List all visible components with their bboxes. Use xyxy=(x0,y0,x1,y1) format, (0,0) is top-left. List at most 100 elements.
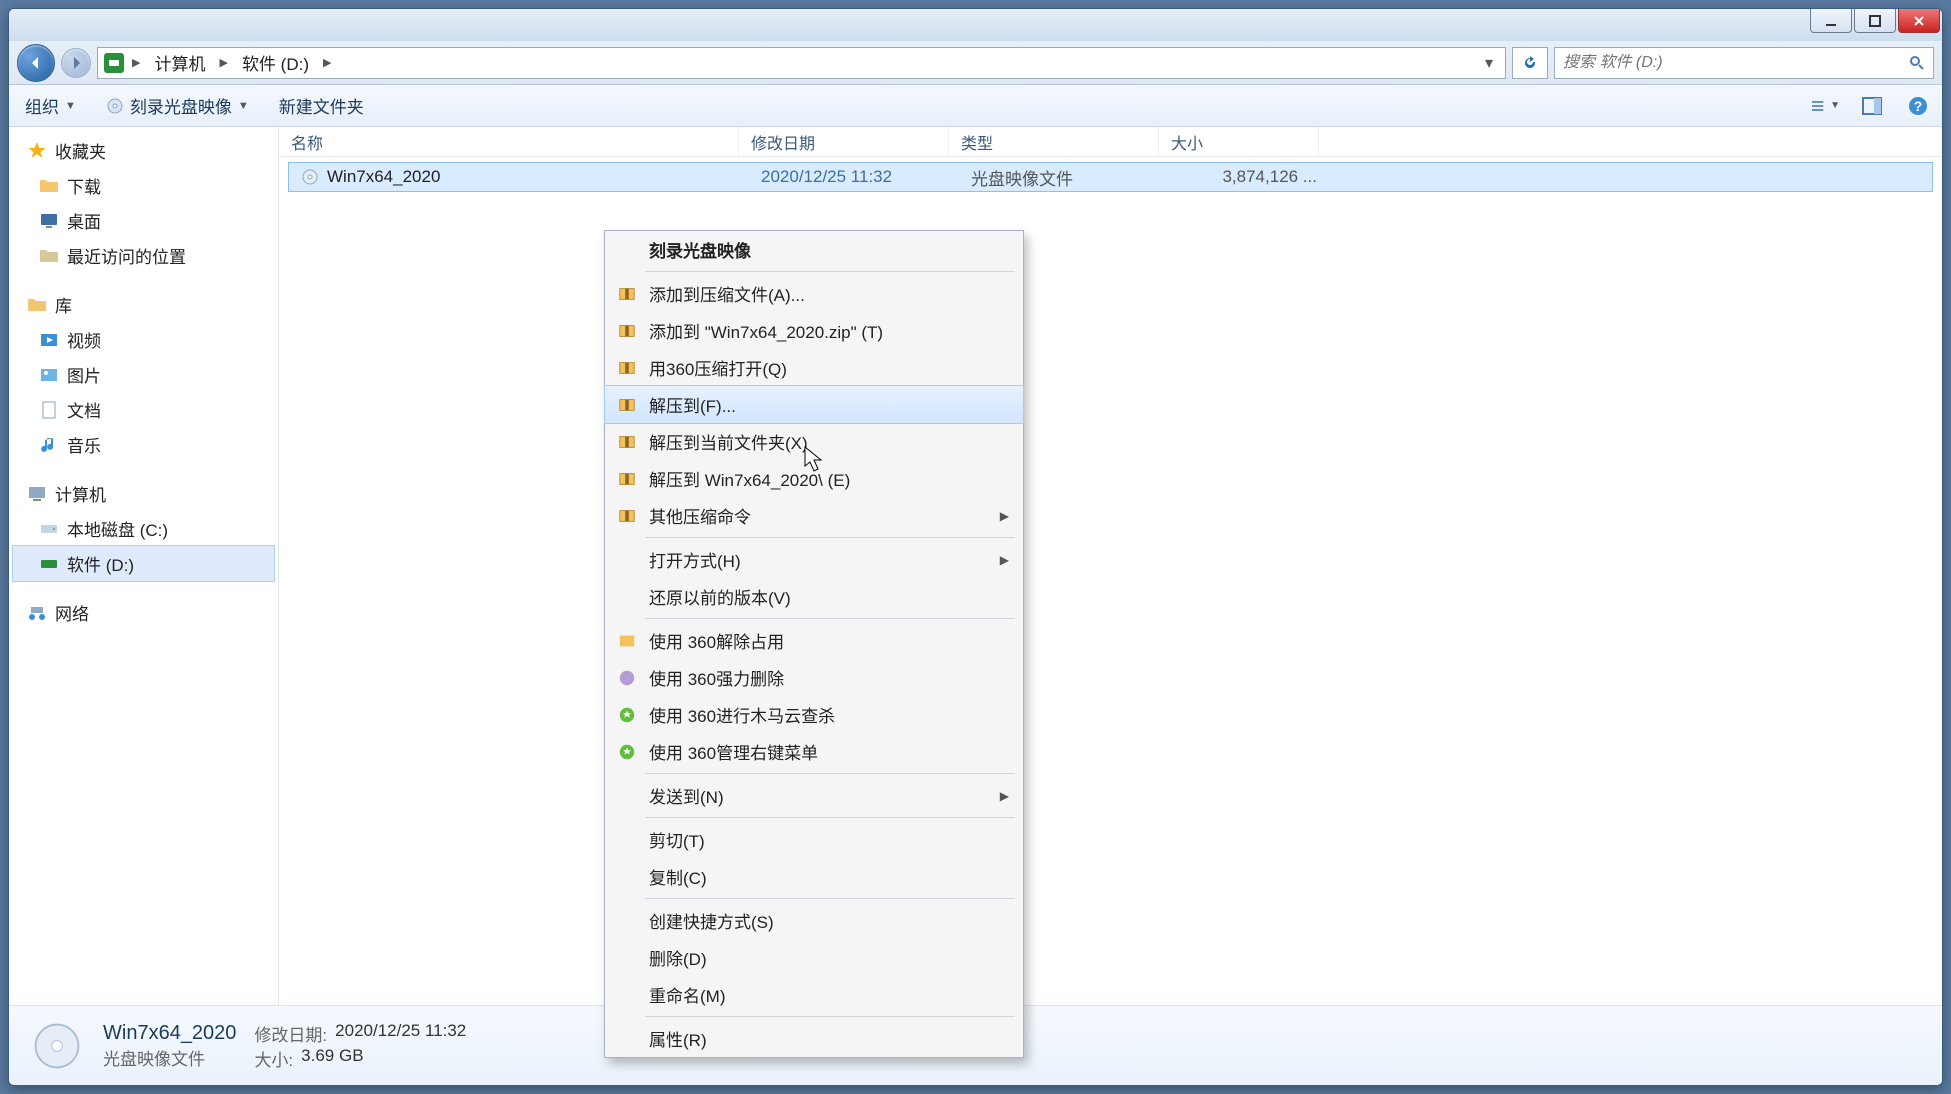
blank-icon xyxy=(617,550,637,570)
context-menu-item[interactable]: 使用 360管理右键菜单 xyxy=(605,733,1023,770)
zip-icon xyxy=(617,432,637,452)
details-title: Win7x64_2020 xyxy=(103,1022,236,1045)
breadcrumb-dropdown[interactable]: ▾ xyxy=(1479,53,1499,73)
sidebar-item-drive-d[interactable]: 软件 (D:) xyxy=(13,546,274,581)
burn-image-button[interactable]: 刻录光盘映像▼ xyxy=(100,89,255,122)
disc-icon xyxy=(29,1018,85,1074)
360g-icon xyxy=(617,742,637,762)
video-icon xyxy=(39,330,59,350)
context-menu-item[interactable]: 使用 360进行木马云查杀 xyxy=(605,696,1023,733)
column-header-type[interactable]: 类型 xyxy=(949,127,1159,156)
star-icon xyxy=(27,141,47,161)
file-type: 光盘映像文件 xyxy=(959,165,1169,190)
titlebar xyxy=(9,9,1942,41)
minimize-button[interactable] xyxy=(1810,9,1852,33)
context-menu-separator xyxy=(645,271,1015,272)
context-menu-item[interactable]: 用360压缩打开(Q) xyxy=(605,349,1023,386)
sidebar-item-documents[interactable]: 文档 xyxy=(13,392,274,427)
library-icon xyxy=(27,295,47,315)
column-header-size[interactable]: 大小 xyxy=(1159,127,1319,156)
breadcrumb-segment-drive[interactable]: 软件 (D:) xyxy=(236,46,315,79)
context-menu[interactable]: 刻录光盘映像添加到压缩文件(A)... 添加到 "Win7x64_2020.zip… xyxy=(604,230,1024,1058)
zip-icon xyxy=(617,506,637,526)
picture-icon xyxy=(39,365,59,385)
chevron-right-icon: ▶ xyxy=(319,56,335,69)
context-menu-item[interactable]: 使用 360解除占用 xyxy=(605,622,1023,659)
blank-icon xyxy=(617,786,637,806)
view-options-button[interactable]: ▼ xyxy=(1812,92,1840,120)
column-header-name[interactable]: 名称 xyxy=(279,127,739,156)
computer-icon xyxy=(27,484,47,504)
organize-button[interactable]: 组织▼ xyxy=(19,89,82,122)
zip-icon xyxy=(617,469,637,489)
sidebar-favorites-header[interactable]: 收藏夹 xyxy=(13,133,274,168)
new-folder-button[interactable]: 新建文件夹 xyxy=(273,89,370,122)
refresh-button[interactable] xyxy=(1512,47,1548,79)
search-box[interactable] xyxy=(1554,47,1934,79)
context-menu-separator xyxy=(645,1016,1015,1017)
sidebar-item-desktop[interactable]: 桌面 xyxy=(13,203,274,238)
context-menu-item[interactable]: 其他压缩命令▶ xyxy=(605,497,1023,534)
context-menu-item[interactable]: 发送到(N)▶ xyxy=(605,777,1023,814)
context-menu-label: 使用 360进行木马云查杀 xyxy=(649,702,1009,727)
sidebar-item-music[interactable]: 音乐 xyxy=(13,427,274,462)
svg-text:?: ? xyxy=(1914,98,1923,114)
file-date: 2020/12/25 11:32 xyxy=(749,167,959,187)
file-list[interactable]: Win7x64_2020 2020/12/25 11:32 光盘映像文件 3,8… xyxy=(279,157,1942,1005)
back-button[interactable] xyxy=(17,44,55,82)
file-row[interactable]: Win7x64_2020 2020/12/25 11:32 光盘映像文件 3,8… xyxy=(289,163,1932,191)
blank-icon xyxy=(617,240,637,260)
context-menu-item[interactable]: 添加到 "Win7x64_2020.zip" (T) xyxy=(605,312,1023,349)
context-menu-item[interactable]: 解压到(F)... xyxy=(605,386,1023,423)
context-menu-separator xyxy=(645,817,1015,818)
context-menu-item[interactable]: 打开方式(H)▶ xyxy=(605,541,1023,578)
context-menu-label: 解压到当前文件夹(X) xyxy=(649,429,1009,454)
sidebar-item-recent[interactable]: 最近访问的位置 xyxy=(13,238,274,273)
context-menu-item[interactable]: 刻录光盘映像 xyxy=(605,231,1023,268)
sidebar-item-videos[interactable]: 视频 xyxy=(13,322,274,357)
context-menu-item[interactable]: 剪切(T) xyxy=(605,821,1023,858)
blank-icon xyxy=(617,867,637,887)
preview-pane-button[interactable] xyxy=(1858,92,1886,120)
context-menu-item[interactable]: 还原以前的版本(V) xyxy=(605,578,1023,615)
context-menu-label: 打开方式(H) xyxy=(649,547,988,572)
context-menu-item[interactable]: 创建快捷方式(S) xyxy=(605,902,1023,939)
chevron-right-icon: ▶ xyxy=(215,56,231,69)
breadcrumb-segment-computer[interactable]: 计算机 xyxy=(148,46,211,79)
cursor-icon xyxy=(804,446,824,474)
context-menu-item[interactable]: 添加到压缩文件(A)... xyxy=(605,275,1023,312)
sidebar-network-header[interactable]: 网络 xyxy=(13,595,274,630)
context-menu-separator xyxy=(645,537,1015,538)
context-menu-item[interactable]: 重命名(M) xyxy=(605,976,1023,1013)
context-menu-label: 用360压缩打开(Q) xyxy=(649,355,1009,380)
zip-icon xyxy=(617,284,637,304)
context-menu-separator xyxy=(645,618,1015,619)
context-menu-label: 添加到压缩文件(A)... xyxy=(649,281,1009,306)
help-button[interactable]: ? xyxy=(1904,92,1932,120)
context-menu-item[interactable]: 删除(D) xyxy=(605,939,1023,976)
network-icon xyxy=(27,603,47,623)
context-menu-label: 创建快捷方式(S) xyxy=(649,908,1009,933)
sidebar-computer-header[interactable]: 计算机 xyxy=(13,476,274,511)
sidebar-item-pictures[interactable]: 图片 xyxy=(13,357,274,392)
context-menu-item[interactable]: 属性(R) xyxy=(605,1020,1023,1057)
chevron-right-icon: ▶ xyxy=(1000,509,1009,523)
context-menu-item[interactable]: 复制(C) xyxy=(605,858,1023,895)
column-header-date[interactable]: 修改日期 xyxy=(739,127,949,156)
sidebar-item-drive-c[interactable]: 本地磁盘 (C:) xyxy=(13,511,274,546)
maximize-button[interactable] xyxy=(1854,9,1896,33)
context-menu-label: 使用 360解除占用 xyxy=(649,628,1009,653)
breadcrumb[interactable]: ▶ 计算机 ▶ 软件 (D:) ▶ ▾ xyxy=(97,47,1506,79)
context-menu-label: 使用 360管理右键菜单 xyxy=(649,739,1009,764)
sidebar-libraries-header[interactable]: 库 xyxy=(13,287,274,322)
search-input[interactable] xyxy=(1563,54,1909,72)
toolbar: 组织▼ 刻录光盘映像▼ 新建文件夹 ▼ ? xyxy=(9,85,1942,127)
column-headers: 名称 修改日期 类型 大小 xyxy=(279,127,1942,157)
context-menu-label: 解压到(F)... xyxy=(649,392,1009,417)
close-button[interactable] xyxy=(1898,9,1940,33)
context-menu-label: 属性(R) xyxy=(649,1026,1009,1051)
forward-button[interactable] xyxy=(61,48,91,78)
sidebar-item-downloads[interactable]: 下载 xyxy=(13,168,274,203)
context-menu-item[interactable]: 使用 360强力删除 xyxy=(605,659,1023,696)
context-menu-label: 复制(C) xyxy=(649,864,1009,889)
